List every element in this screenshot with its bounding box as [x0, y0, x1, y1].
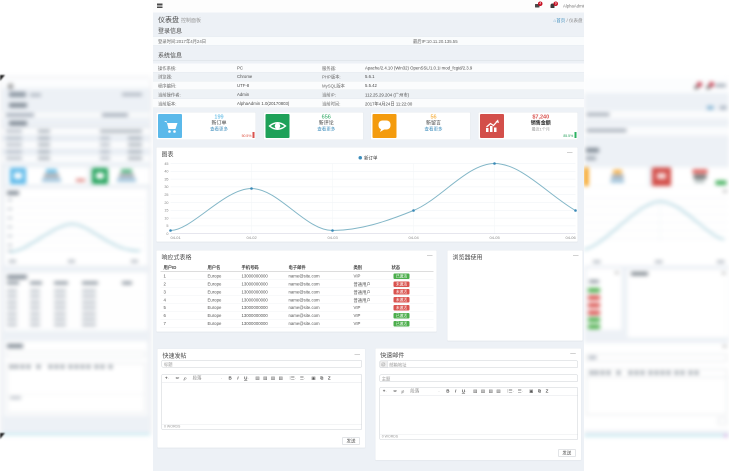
svg-text:04-01: 04-01: [171, 235, 182, 240]
svg-text:04-05: 04-05: [490, 235, 501, 240]
svg-text:5: 5: [166, 224, 168, 228]
svg-text:15: 15: [164, 209, 168, 213]
svg-text:04-04: 04-04: [409, 235, 420, 240]
svg-text:04-06: 04-06: [566, 235, 577, 240]
svg-text:04-02: 04-02: [247, 235, 258, 240]
svg-text:10: 10: [164, 216, 168, 220]
svg-text:04-03: 04-03: [328, 235, 339, 240]
svg-text:20: 20: [164, 201, 168, 205]
svg-text:25: 25: [164, 193, 168, 197]
svg-text:40: 40: [164, 170, 168, 174]
svg-text:30: 30: [164, 185, 168, 189]
svg-text:45: 45: [164, 162, 168, 166]
svg-text:35: 35: [164, 177, 168, 181]
svg-text:0: 0: [166, 232, 168, 236]
